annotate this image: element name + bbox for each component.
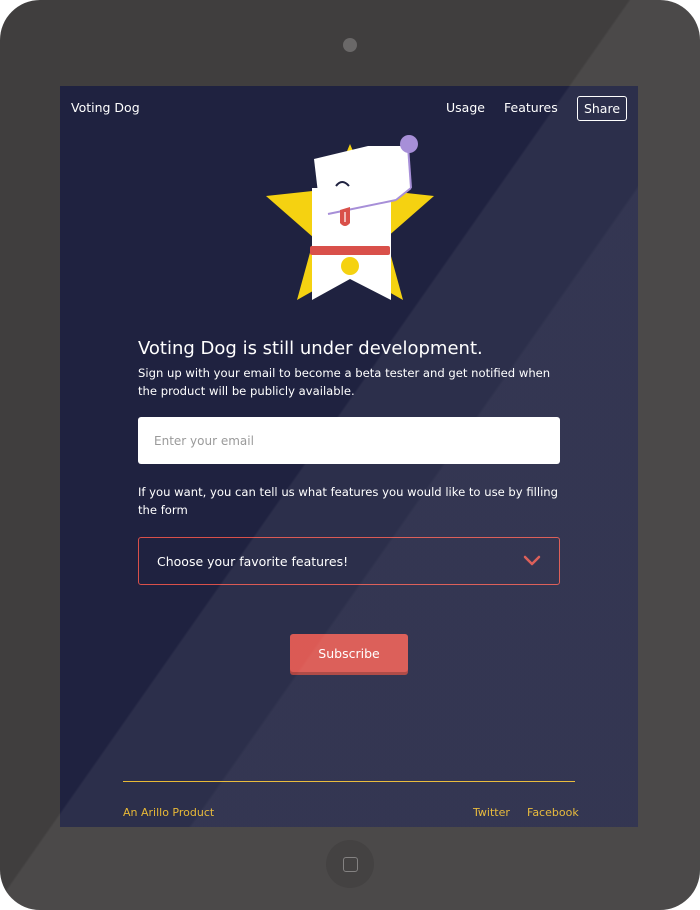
- home-button[interactable]: [326, 840, 374, 888]
- footer-facebook-link[interactable]: Facebook: [527, 806, 579, 819]
- dog-star-mascot-icon: [266, 135, 434, 300]
- email-input[interactable]: [138, 417, 560, 464]
- tablet-frame: Voting Dog Usage Features Share Voting D…: [0, 0, 700, 910]
- headline: Voting Dog is still under development.: [138, 338, 483, 359]
- chevron-down-icon: [523, 555, 541, 566]
- features-hint: If you want, you can tell us what featur…: [138, 485, 559, 517]
- subscribe-button[interactable]: Subscribe: [290, 634, 408, 672]
- screen: Voting Dog Usage Features Share Voting D…: [60, 86, 638, 827]
- camera-icon: [343, 38, 357, 52]
- features-select-label: Choose your favorite features!: [157, 553, 349, 569]
- footer-divider: [123, 781, 575, 782]
- collar-tag: [341, 257, 359, 275]
- footer-credit-link[interactable]: An Arillo Product: [123, 806, 214, 819]
- dog-collar: [310, 246, 390, 255]
- features-select[interactable]: Choose your favorite features!: [138, 537, 560, 585]
- navbar: Voting Dog Usage Features Share: [60, 86, 638, 130]
- share-button[interactable]: Share: [577, 96, 627, 121]
- home-square-icon: [342, 856, 358, 872]
- footer-twitter-link[interactable]: Twitter: [473, 806, 510, 819]
- ear-ball: [400, 135, 418, 153]
- signup-description: Sign up with your email to become a beta…: [138, 366, 551, 398]
- nav-usage-link[interactable]: Usage: [446, 100, 485, 115]
- brand-link[interactable]: Voting Dog: [71, 100, 140, 115]
- nav-features-link[interactable]: Features: [504, 100, 558, 115]
